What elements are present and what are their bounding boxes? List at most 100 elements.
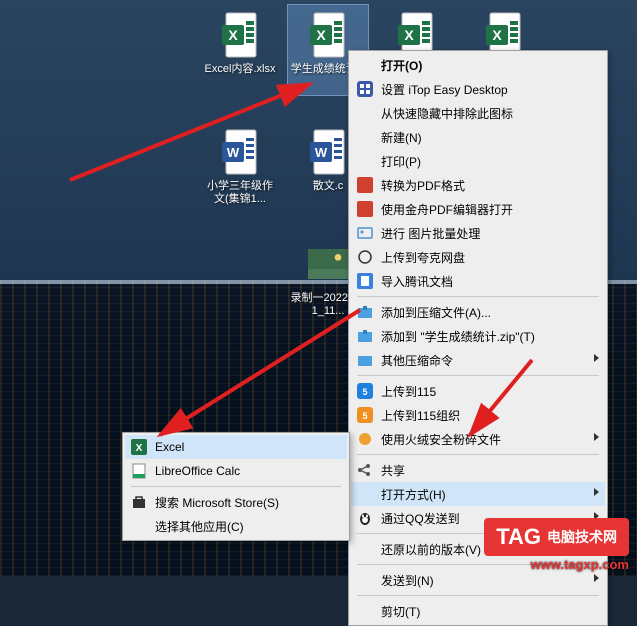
menu-label: Excel bbox=[155, 440, 184, 454]
menu-label: 导入腾讯文档 bbox=[381, 273, 453, 290]
menu-115org[interactable]: 5 上传到115组织 bbox=[351, 403, 605, 427]
logo-subtitle: 电脑技术网 bbox=[547, 527, 617, 547]
menu-label: 进行 图片批量处理 bbox=[381, 225, 480, 242]
menu-label: 上传到115组织 bbox=[381, 407, 460, 424]
svg-text:X: X bbox=[228, 27, 238, 43]
zip-icon bbox=[355, 351, 375, 369]
menu-label: 搜索 Microsoft Store(S) bbox=[155, 494, 279, 511]
separator bbox=[357, 375, 599, 376]
image-icon bbox=[355, 224, 375, 242]
pdf-icon bbox=[355, 200, 375, 218]
itop-icon bbox=[355, 80, 375, 98]
chevron-right-icon bbox=[594, 354, 599, 362]
menu-openwith[interactable]: 打开方式(H) bbox=[351, 482, 605, 506]
libre-icon bbox=[129, 462, 149, 480]
cloud-icon bbox=[355, 248, 375, 266]
menu-label: 其他压缩命令 bbox=[381, 352, 453, 369]
menu-label: 还原以前的版本(V) bbox=[381, 541, 481, 558]
qq-icon bbox=[355, 509, 375, 527]
menu-share[interactable]: 共享 bbox=[351, 458, 605, 482]
file-icon-excel-1[interactable]: X Excel内容.xlsx bbox=[200, 5, 280, 95]
menu-label: 使用金舟PDF编辑器打开 bbox=[381, 201, 513, 218]
menu-label: 添加到 "学生成绩统计.zip"(T) bbox=[381, 328, 535, 345]
menu-label: 共享 bbox=[381, 462, 405, 479]
chevron-right-icon bbox=[594, 488, 599, 496]
excel-app-icon: X bbox=[129, 438, 149, 456]
menu-addzip[interactable]: 添加到压缩文件(A)... bbox=[351, 300, 605, 324]
menu-label: 通过QQ发送到 bbox=[381, 510, 460, 527]
menu-label: 添加到压缩文件(A)... bbox=[381, 304, 491, 321]
store-icon bbox=[129, 493, 149, 511]
svg-text:X: X bbox=[404, 27, 414, 43]
zip-icon bbox=[355, 303, 375, 321]
desktop: X Excel内容.xlsx X 学生成绩统计.x X X W 小学三年级 bbox=[0, 0, 637, 576]
chevron-right-icon bbox=[594, 574, 599, 582]
word-icon: W bbox=[308, 128, 348, 176]
menu-label: 剪切(T) bbox=[381, 603, 420, 620]
submenu-libre[interactable]: LibreOffice Calc bbox=[125, 459, 347, 483]
separator bbox=[357, 595, 599, 596]
menu-jinshan[interactable]: 使用金舟PDF编辑器打开 bbox=[351, 197, 605, 221]
zip-icon bbox=[355, 327, 375, 345]
menu-label: 上传到夸克网盘 bbox=[381, 249, 465, 266]
menu-cut[interactable]: 剪切(T) bbox=[351, 599, 605, 623]
svg-text:W: W bbox=[315, 145, 328, 160]
menu-label: 发送到(N) bbox=[381, 572, 434, 589]
menu-label: 使用火绒安全粉碎文件 bbox=[381, 431, 501, 448]
menu-pdf[interactable]: 转换为PDF格式 bbox=[351, 173, 605, 197]
logo-text: TAG bbox=[496, 524, 541, 550]
svg-text:5: 5 bbox=[362, 387, 367, 397]
submenu-openwith: X Excel LibreOffice Calc 搜索 Microsoft Sto… bbox=[122, 432, 350, 541]
separator bbox=[131, 486, 341, 487]
menu-label: 上传到115 bbox=[381, 383, 436, 400]
menu-new[interactable]: 新建(N) bbox=[351, 125, 605, 149]
menu-label: 打开方式(H) bbox=[381, 486, 446, 503]
svg-text:X: X bbox=[136, 443, 143, 454]
menu-huorong[interactable]: 使用火绒安全粉碎文件 bbox=[351, 427, 605, 451]
menu-otherzip[interactable]: 其他压缩命令 bbox=[351, 348, 605, 372]
menu-label: 转换为PDF格式 bbox=[381, 177, 465, 194]
file-icon-word-1[interactable]: W 小学三年级作文(集锦1... bbox=[200, 122, 280, 212]
watermark-logo: TAG 电脑技术网 bbox=[484, 518, 629, 556]
menu-tencent[interactable]: 导入腾讯文档 bbox=[351, 269, 605, 293]
svg-text:X: X bbox=[316, 27, 326, 43]
svg-text:X: X bbox=[492, 27, 502, 43]
menu-hide[interactable]: 从快速隐藏中排除此图标 bbox=[351, 101, 605, 125]
share-icon bbox=[355, 461, 375, 479]
menu-label: 选择其他应用(C) bbox=[155, 518, 244, 535]
submenu-other[interactable]: 选择其他应用(C) bbox=[125, 514, 347, 538]
menu-label: 新建(N) bbox=[381, 129, 422, 146]
pdf-icon bbox=[355, 176, 375, 194]
file-label: 散文.c bbox=[313, 180, 344, 193]
menu-label: 打印(P) bbox=[381, 153, 421, 170]
excel-icon: X bbox=[220, 11, 260, 59]
115org-icon: 5 bbox=[355, 406, 375, 424]
menu-quark[interactable]: 上传到夸克网盘 bbox=[351, 245, 605, 269]
115-icon: 5 bbox=[355, 382, 375, 400]
watermark-url: www.tagxp.com bbox=[531, 557, 629, 572]
menu-label: 设置 iTop Easy Desktop bbox=[381, 81, 508, 98]
menu-print[interactable]: 打印(P) bbox=[351, 149, 605, 173]
menu-itop[interactable]: 设置 iTop Easy Desktop bbox=[351, 77, 605, 101]
tencent-icon bbox=[355, 272, 375, 290]
menu-label: LibreOffice Calc bbox=[155, 464, 240, 478]
thumbnail-icon bbox=[308, 240, 348, 288]
file-label: 小学三年级作文(集锦1... bbox=[202, 180, 278, 206]
file-label: Excel内容.xlsx bbox=[205, 63, 276, 76]
menu-label: 从快速隐藏中排除此图标 bbox=[381, 105, 513, 122]
menu-addzip2[interactable]: 添加到 "学生成绩统计.zip"(T) bbox=[351, 324, 605, 348]
svg-text:5: 5 bbox=[362, 411, 367, 421]
word-icon: W bbox=[220, 128, 260, 176]
separator bbox=[357, 454, 599, 455]
svg-text:W: W bbox=[227, 145, 240, 160]
excel-icon: X bbox=[308, 11, 348, 59]
huorong-icon bbox=[355, 430, 375, 448]
submenu-store[interactable]: 搜索 Microsoft Store(S) bbox=[125, 490, 347, 514]
submenu-excel[interactable]: X Excel bbox=[125, 435, 347, 459]
chevron-right-icon bbox=[594, 433, 599, 441]
separator bbox=[357, 296, 599, 297]
menu-115[interactable]: 5 上传到115 bbox=[351, 379, 605, 403]
menu-label: 打开(O) bbox=[381, 57, 422, 74]
menu-batch[interactable]: 进行 图片批量处理 bbox=[351, 221, 605, 245]
menu-open[interactable]: 打开(O) bbox=[351, 53, 605, 77]
